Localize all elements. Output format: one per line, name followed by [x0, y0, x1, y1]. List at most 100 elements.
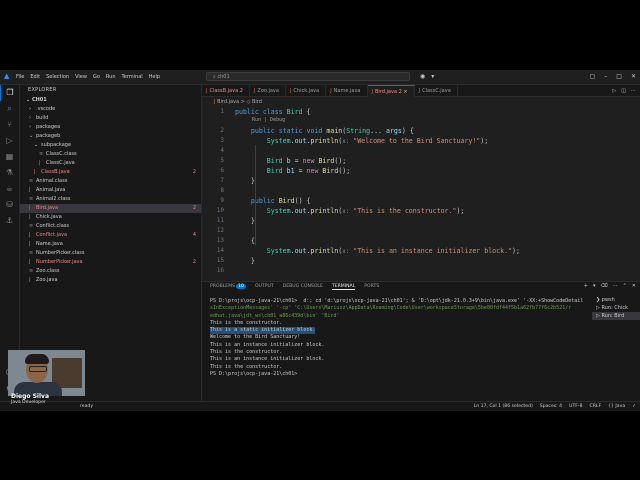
- trash-icon[interactable]: ⌫: [601, 283, 608, 289]
- folder-icon: ›: [29, 106, 31, 112]
- tree-item-bird-java[interactable]: J Bird.java 2: [20, 204, 201, 213]
- run-icon[interactable]: ▷: [612, 88, 616, 94]
- tab-label: ClassC.java: [422, 88, 451, 94]
- tab-classc-java[interactable]: J ClassC.java: [415, 85, 458, 97]
- terminal-output[interactable]: PS D:\projs\ocp-java-21\ch01> d:; cd 'd:…: [210, 298, 586, 378]
- layout-icon[interactable]: ▢: [590, 73, 596, 80]
- tree-item-name-java[interactable]: J Name.java: [20, 240, 201, 249]
- status-item[interactable]: CRLF: [590, 404, 602, 409]
- close-icon[interactable]: ✕: [631, 73, 636, 80]
- tree-item-classc-class[interactable]: ≡ ClassC.class: [20, 150, 201, 159]
- java-file-icon: J: [371, 89, 373, 95]
- tree-item-conflict-class[interactable]: ≡ Conflict.class: [20, 222, 201, 231]
- tree-item-label: packageb: [36, 133, 61, 139]
- code-line: 12: [202, 226, 640, 236]
- menu-edit[interactable]: Edit: [30, 74, 40, 80]
- tree-item-numberpicker-java[interactable]: J NumberPicker.java 2: [20, 258, 201, 267]
- terminal-instance-pwsh[interactable]: ❯ pwsh: [592, 296, 640, 304]
- panel-tab-label: PORTS: [364, 284, 380, 289]
- codelens-run-debug[interactable]: Run | Debug: [252, 117, 285, 123]
- extensions-icon[interactable]: ▦: [0, 149, 19, 165]
- close-panel-icon[interactable]: ✕: [632, 283, 636, 289]
- more-icon[interactable]: ⋯: [631, 88, 636, 94]
- panel-tab-label: OUTPUT: [254, 284, 274, 289]
- split-editor-icon[interactable]: ◫: [621, 88, 626, 94]
- add-terminal-icon[interactable]: +: [584, 283, 588, 289]
- line-number: 4: [220, 147, 224, 154]
- tree-item-animal2-class[interactable]: ≡ Animal2.class: [20, 195, 201, 204]
- chevron-down-icon[interactable]: ▾: [593, 283, 596, 289]
- menu-selection[interactable]: Selection: [46, 74, 69, 80]
- maximize-icon[interactable]: □: [616, 73, 622, 80]
- terminal-line-text: This is an instance initializer block.: [210, 356, 325, 363]
- terminal-instance-run-chick[interactable]: ▷ Run: Chick: [592, 304, 640, 312]
- tree-item--vscode[interactable]: › .vscode: [20, 105, 201, 114]
- menu-terminal[interactable]: Terminal: [122, 74, 143, 80]
- run-debug-icon[interactable]: ▷: [0, 133, 19, 149]
- tree-item-label: Chick.java: [36, 214, 62, 220]
- java-file-icon: J: [253, 88, 256, 94]
- copilot-icon[interactable]: ◉: [420, 73, 425, 80]
- menu-go[interactable]: Go: [93, 74, 100, 80]
- status-item[interactable]: Ln 17, Col 1 (86 selected): [474, 404, 533, 409]
- tree-item-classc-java[interactable]: J ClassC.java: [20, 159, 201, 168]
- status-item[interactable]: Spaces: 4: [540, 404, 562, 409]
- tree-item-classb-java[interactable]: J ClassB.java 2: [20, 168, 201, 177]
- panel-tab-problems[interactable]: PROBLEMS 10: [210, 284, 246, 290]
- breadcrumb-symbol[interactable]: Bird: [252, 99, 262, 105]
- java-icon[interactable]: ☕: [0, 181, 19, 197]
- tree-item-label: NumberPicker.java: [36, 259, 83, 265]
- menu-view[interactable]: View: [75, 74, 87, 80]
- terminal-line-text: Welcome to the Bird Sanctuary!: [210, 334, 301, 341]
- tab-problem-count: 2: [238, 88, 243, 94]
- tab-classb-java[interactable]: J ClassB.java 2: [202, 85, 250, 97]
- search-icon[interactable]: ⌕: [0, 101, 19, 117]
- vscode-logo-icon: ▲: [4, 72, 10, 80]
- tree-item-animal-class[interactable]: ≡ Animal.class: [20, 177, 201, 186]
- tree-item-conflict-java[interactable]: J Conflict.java 4: [20, 231, 201, 240]
- breadcrumb: J Bird.java > ◇ Bird: [214, 99, 262, 105]
- tree-item-subpackage[interactable]: ⌄ subpackage: [20, 141, 201, 150]
- files-icon[interactable]: ❐: [0, 85, 19, 101]
- more-icon[interactable]: ⋯: [613, 283, 618, 289]
- presenter-caption: Diego Silva Java Developer: [11, 393, 49, 405]
- chevron-down-icon[interactable]: ▾: [431, 73, 434, 80]
- docker-icon[interactable]: ⚓: [0, 213, 19, 229]
- panel-tab-terminal[interactable]: TERMINAL: [331, 284, 356, 290]
- command-center-search[interactable]: ⌕ ch01: [206, 72, 410, 81]
- tree-item-zoo-java[interactable]: J Zoo.java: [20, 276, 201, 285]
- tab-name-java[interactable]: J Name.java: [326, 85, 368, 97]
- workspace-section[interactable]: ⌄ CH01: [20, 96, 201, 105]
- maximize-panel-icon[interactable]: ⌃: [623, 283, 627, 289]
- terminal-line-text: sInExceptionMessages' '-cp' 'C:\Users\Ma…: [210, 305, 572, 312]
- panel-tab-ports[interactable]: PORTS: [364, 284, 379, 290]
- problem-count-badge: 4: [192, 232, 196, 238]
- panel-tab-debug-console[interactable]: DEBUG CONSOLE: [283, 284, 323, 290]
- status-item[interactable]: {} Java: [608, 404, 625, 409]
- close-tab-icon[interactable]: ×: [402, 89, 407, 95]
- terminal-instance-run-bird[interactable]: ▷ Run: Bird: [592, 312, 640, 320]
- tab-bird-java[interactable]: J Bird.java 2 ×: [367, 85, 415, 97]
- tree-item-chick-java[interactable]: J Chick.java: [20, 213, 201, 222]
- status-item[interactable]: ✓: [632, 404, 636, 409]
- testing-icon[interactable]: ⚗: [0, 165, 19, 181]
- database-icon[interactable]: ⛁: [0, 197, 19, 213]
- menu-file[interactable]: File: [16, 74, 24, 80]
- tab-chick-java[interactable]: J Chick.java: [286, 85, 327, 97]
- tree-item-packagea[interactable]: › packagea: [20, 123, 201, 132]
- search-label: ch01: [217, 74, 230, 80]
- tree-item-animal-java[interactable]: J Animal.java: [20, 186, 201, 195]
- tree-item-zoo-class[interactable]: ≡ Zoo.class: [20, 267, 201, 276]
- minimize-icon[interactable]: –: [604, 73, 607, 80]
- menu-run[interactable]: Run: [106, 74, 116, 80]
- workspace-name: CH01: [31, 97, 47, 103]
- panel-tab-output[interactable]: OUTPUT: [255, 284, 274, 290]
- tree-item-build[interactable]: › build: [20, 114, 201, 123]
- menu-help[interactable]: Help: [149, 74, 160, 80]
- status-item[interactable]: UTF-8: [569, 404, 582, 409]
- breadcrumb-file[interactable]: Bird.java: [217, 99, 239, 105]
- tab-zoo-java[interactable]: J Zoo.java: [250, 85, 286, 97]
- tree-item-numberpicker-class[interactable]: ≡ NumberPicker.class: [20, 249, 201, 258]
- source-control-icon[interactable]: ⑂: [0, 117, 19, 133]
- tree-item-packageb[interactable]: ⌄ packageb: [20, 132, 201, 141]
